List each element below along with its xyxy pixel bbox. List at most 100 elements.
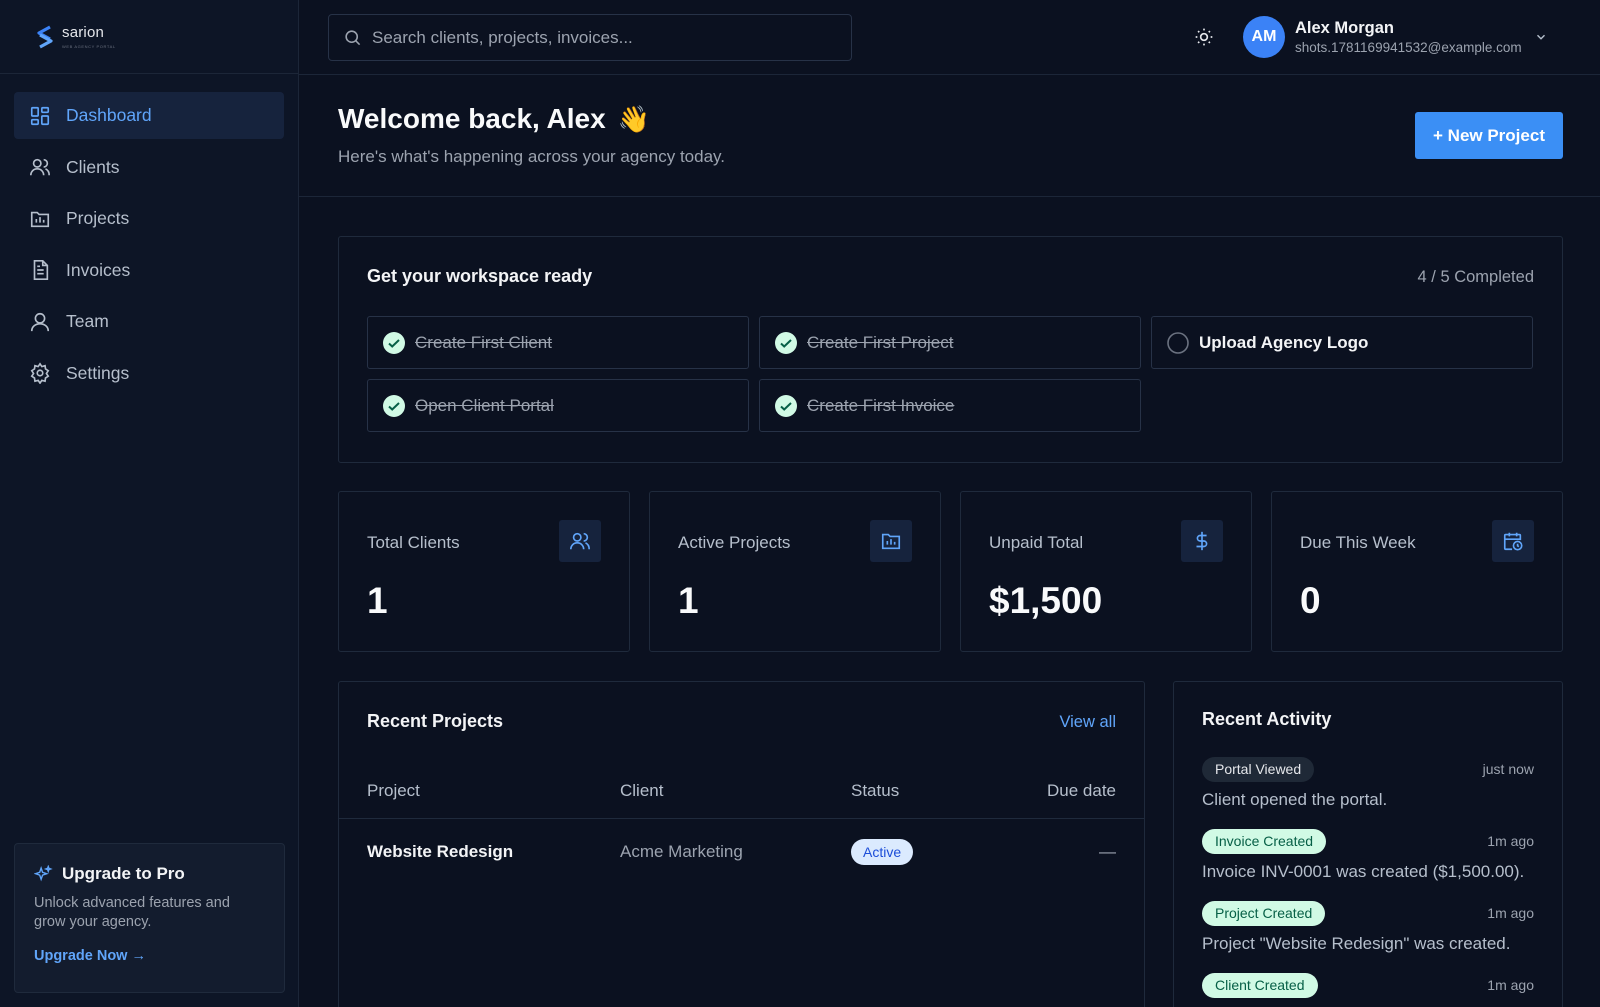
page-header: Welcome back, Alex 👋 Here's what's happe… (299, 75, 1600, 197)
logo-icon (37, 25, 53, 48)
view-all-link[interactable]: View all (1059, 713, 1116, 732)
activity-badge: Portal Viewed (1202, 757, 1315, 782)
folder-icon (881, 533, 901, 550)
users-icon (570, 532, 590, 550)
activity-time: just now (1482, 761, 1534, 777)
file-text-icon (33, 260, 49, 280)
activity-item: Invoice Created 1m ago Invoice INV-0001 … (1202, 829, 1534, 882)
empty-circle-icon (1167, 331, 1189, 354)
sidebar-item-label: Dashboard (66, 105, 152, 125)
task-open-client-portal[interactable]: Open Client Portal (367, 379, 749, 432)
column-header-status[interactable]: Status (851, 781, 899, 801)
activity-text: Invoice INV-0001 was created ($1,500.00)… (1202, 862, 1525, 881)
column-header-project[interactable]: Project (367, 781, 420, 801)
recent-projects-title: Recent Projects (367, 711, 504, 731)
task-create-first-project[interactable]: Create First Project (759, 316, 1141, 369)
stat-value: 1 (678, 580, 699, 621)
gear-icon (30, 362, 50, 384)
task-create-first-client[interactable]: Create First Client (367, 316, 749, 369)
stat-label: Due This Week (1300, 533, 1416, 552)
check-circle-icon (383, 331, 405, 354)
activity-time: 1m ago (1487, 977, 1534, 993)
wave-emoji: 👋 (617, 103, 651, 134)
theme-toggle-button[interactable] (1194, 27, 1214, 47)
search-icon (345, 30, 361, 46)
column-header-due-date[interactable]: Due date (1047, 781, 1116, 801)
sidebar-item-label: Clients (66, 156, 120, 177)
brand-logo[interactable]: sarion WEB AGENCY PORTAL (0, 0, 298, 74)
column-header-client[interactable]: Client (620, 781, 663, 801)
check-circle-icon (775, 394, 797, 417)
user-menu[interactable]: AM Alex Morgan shots.1781169941532@examp… (1243, 16, 1548, 58)
upgrade-now-link[interactable]: Upgrade Now → (34, 948, 146, 964)
sidebar-item-label: Settings (66, 362, 130, 383)
upgrade-title: Upgrade to Pro (34, 864, 265, 884)
check-circle-icon (775, 331, 797, 354)
sidebar-item-label: Team (66, 311, 109, 331)
user-name: Alex Morgan (1295, 19, 1395, 37)
stat-value: 0 (1300, 580, 1321, 621)
calendar-clock-icon (1503, 532, 1523, 551)
search-input[interactable] (372, 27, 832, 48)
stat-label: Total Clients (367, 533, 460, 552)
sparkles-icon (34, 864, 53, 881)
task-create-first-invoice[interactable]: Create First Invoice (759, 379, 1141, 432)
dashboard-icon (30, 106, 50, 125)
project-name-cell[interactable]: Website Redesign (367, 842, 513, 862)
stat-card-due-this-week: Due This Week 0 (1271, 491, 1563, 652)
stat-value: $1,500 (989, 580, 1103, 621)
recent-activity-title: Recent Activity (1202, 709, 1332, 729)
stat-card-unpaid-total: Unpaid Total $1,500 (960, 491, 1252, 652)
user-email: shots.1781169941532@example.com (1295, 40, 1522, 55)
page-title: Welcome back, Alex 👋 (338, 103, 651, 134)
upgrade-card: Upgrade to Pro Unlock advanced features … (14, 843, 285, 993)
check-circle-icon (383, 394, 405, 417)
activity-time: 1m ago (1487, 833, 1534, 849)
sidebar: sarion WEB AGENCY PORTAL Dashboard Clien… (0, 0, 299, 1007)
sidebar-item-dashboard[interactable]: Dashboard (14, 92, 284, 139)
sidebar-item-projects[interactable]: Projects (14, 195, 284, 242)
brand-name: sarion (62, 24, 105, 41)
activity-badge: Client Created (1202, 973, 1318, 998)
stat-icon-box (1181, 520, 1223, 562)
activity-badge: Invoice Created (1202, 829, 1327, 854)
page-subtitle: Here's what's happening across your agen… (338, 147, 726, 166)
topbar: AM Alex Morgan shots.1781169941532@examp… (299, 0, 1600, 75)
activity-time: 1m ago (1487, 905, 1534, 921)
brand-tagline: WEB AGENCY PORTAL (62, 44, 116, 49)
client-cell: Acme Marketing (620, 842, 743, 861)
activity-item: Project Created 1m ago Project "Website … (1202, 901, 1534, 954)
sidebar-item-invoices[interactable]: Invoices (14, 247, 284, 294)
table-divider (339, 818, 1144, 819)
search-box[interactable] (328, 14, 852, 61)
user-icon (30, 312, 50, 331)
recent-activity-panel: Recent Activity Portal Viewed just now C… (1173, 681, 1563, 1007)
activity-badge: Project Created (1202, 901, 1326, 926)
sidebar-item-team[interactable]: Team (14, 298, 284, 345)
stat-value: 1 (367, 580, 388, 621)
due-date-cell: — (1099, 842, 1116, 861)
sun-icon (1195, 28, 1213, 46)
workspace-title: Get your workspace ready (367, 266, 593, 286)
sidebar-item-label: Projects (66, 208, 130, 228)
avatar: AM (1243, 16, 1285, 58)
stat-card-active-projects: Active Projects 1 (649, 491, 941, 652)
stat-card-total-clients: Total Clients 1 (338, 491, 630, 652)
task-upload-agency-logo[interactable]: Upload Agency Logo (1151, 316, 1533, 369)
status-badge: Active (851, 839, 914, 865)
sidebar-nav: Dashboard Clients Projects Invoices Team (0, 74, 298, 419)
activity-item: Client Created 1m ago (1202, 973, 1534, 998)
new-project-button[interactable]: + New Project (1415, 112, 1563, 159)
upgrade-description: Unlock advanced features and grow your a… (34, 895, 230, 930)
activity-text: Project "Website Redesign" was created. (1202, 934, 1511, 953)
stat-icon-box (559, 520, 601, 562)
workspace-progress: 4 / 5 Completed (1417, 268, 1534, 286)
folder-icon (30, 211, 50, 227)
users-icon (30, 158, 50, 176)
activity-item: Portal Viewed just now Client opened the… (1202, 757, 1534, 810)
sidebar-item-clients[interactable]: Clients (14, 144, 284, 191)
stat-icon-box (870, 520, 912, 562)
stat-icon-box (1492, 520, 1534, 562)
sidebar-item-settings[interactable]: Settings (14, 350, 284, 397)
workspace-setup-card: Get your workspace ready 4 / 5 Completed… (338, 236, 1563, 463)
